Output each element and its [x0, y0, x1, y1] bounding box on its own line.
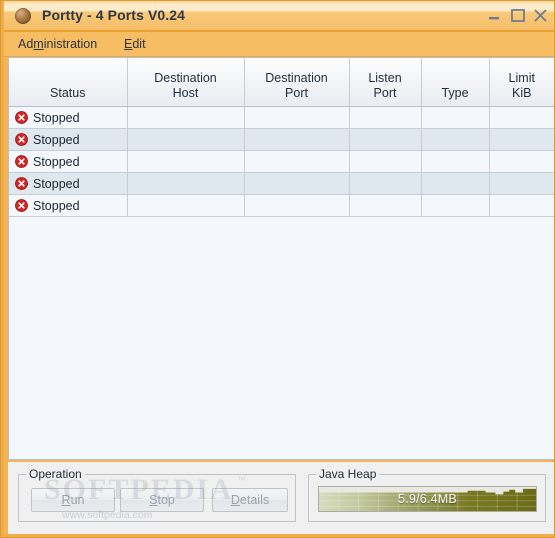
table-row[interactable]: Stopped: [9, 128, 554, 151]
status-label: Stopped: [33, 198, 80, 213]
cell-destination-host[interactable]: [127, 106, 245, 129]
java-heap-group: Java Heap 5.9/6.4MB: [308, 467, 546, 522]
cell-status[interactable]: Stopped: [9, 194, 128, 217]
column-header-limit-kib-line1: Limit: [508, 71, 535, 85]
cell-type[interactable]: [421, 128, 490, 151]
error-circle-icon: [15, 177, 28, 190]
window-title: Portty - 4 Ports V0.24: [42, 7, 186, 23]
status-label: Stopped: [33, 132, 80, 147]
cell-destination-port[interactable]: [244, 150, 350, 173]
cell-limit-kib[interactable]: [489, 150, 554, 173]
cell-status[interactable]: Stopped: [9, 106, 128, 129]
column-header-type-line2: Type: [441, 86, 469, 100]
status-label: Stopped: [33, 176, 80, 191]
operation-group: Operation Run Stop Details: [18, 467, 296, 522]
column-header-type[interactable]: Type: [421, 58, 490, 107]
table-row[interactable]: Stopped: [9, 172, 554, 195]
cell-status[interactable]: Stopped: [9, 172, 128, 195]
cell-destination-port[interactable]: [244, 172, 350, 195]
column-header-destination-host[interactable]: Destination Host: [127, 58, 245, 107]
stop-button-label: Stop: [149, 493, 175, 507]
close-icon[interactable]: [532, 8, 549, 23]
cell-listen-port[interactable]: [349, 150, 422, 173]
cell-destination-port[interactable]: [244, 194, 350, 217]
table-row[interactable]: Stopped: [9, 150, 554, 173]
cell-status[interactable]: Stopped: [9, 128, 128, 151]
cell-type[interactable]: [421, 172, 490, 195]
run-button[interactable]: Run: [31, 488, 115, 512]
cell-limit-kib[interactable]: [489, 106, 554, 129]
cell-destination-port[interactable]: [244, 106, 350, 129]
table-row[interactable]: Stopped: [9, 194, 554, 217]
menu-item-administration[interactable]: Administration: [14, 36, 101, 52]
column-header-destination-port[interactable]: Destination Port: [244, 58, 350, 107]
column-header-destination-port-line1: Destination: [265, 71, 328, 85]
column-header-listen-port[interactable]: Listen Port: [349, 58, 422, 107]
cell-destination-host[interactable]: [127, 150, 245, 173]
cell-type[interactable]: [421, 194, 490, 217]
column-header-destination-host-line2: Host: [172, 86, 199, 100]
status-label: Stopped: [33, 110, 80, 125]
run-button-label: Run: [61, 493, 85, 507]
column-header-status[interactable]: Status: [9, 58, 128, 107]
menu-bar: Administration Edit: [4, 32, 555, 57]
maximize-icon[interactable]: [509, 8, 526, 23]
error-circle-icon: [15, 199, 28, 212]
cell-limit-kib[interactable]: [489, 194, 554, 217]
column-header-listen-port-line2: Port: [373, 86, 397, 100]
details-button[interactable]: Details: [212, 488, 288, 512]
cell-type[interactable]: [421, 106, 490, 129]
cell-destination-port[interactable]: [244, 128, 350, 151]
cell-limit-kib[interactable]: [489, 128, 554, 151]
cell-listen-port[interactable]: [349, 172, 422, 195]
ports-table: Status Destination Host Destination Port…: [9, 58, 554, 217]
error-circle-icon: [15, 155, 28, 168]
cell-listen-port[interactable]: [349, 194, 422, 217]
cell-status[interactable]: Stopped: [9, 150, 128, 173]
java-heap-bar[interactable]: 5.9/6.4MB: [318, 486, 537, 512]
cell-listen-port[interactable]: [349, 128, 422, 151]
cell-destination-host[interactable]: [127, 172, 245, 195]
table-body: Stopped Stopped Stopped Stopped Stopped: [9, 106, 554, 217]
minimize-icon[interactable]: [486, 8, 503, 23]
java-heap-group-title: Java Heap: [316, 467, 380, 481]
column-header-limit-kib-line2: KiB: [512, 86, 532, 100]
table-row[interactable]: Stopped: [9, 106, 554, 129]
bottom-panel: Operation Run Stop Details Java Heap 5.9…: [8, 462, 555, 534]
column-header-destination-port-line2: Port: [285, 86, 308, 100]
column-header-listen-port-line1: Listen: [368, 71, 402, 85]
table-header-row: Status Destination Host Destination Port…: [9, 58, 554, 107]
cell-destination-host[interactable]: [127, 194, 245, 217]
app-sphere-icon: [15, 8, 31, 24]
cell-type[interactable]: [421, 150, 490, 173]
ports-table-panel: Status Destination Host Destination Port…: [8, 57, 555, 460]
cell-listen-port[interactable]: [349, 106, 422, 129]
application-window: Portty - 4 Ports V0.24 Administration Ed…: [0, 0, 555, 538]
status-label: Stopped: [33, 154, 80, 169]
stop-button[interactable]: Stop: [120, 488, 204, 512]
error-circle-icon: [15, 133, 28, 146]
cell-destination-host[interactable]: [127, 128, 245, 151]
column-header-destination-host-line1: Destination: [154, 71, 217, 85]
column-header-status-line2: Status: [50, 86, 86, 100]
cell-limit-kib[interactable]: [489, 172, 554, 195]
title-bar[interactable]: Portty - 4 Ports V0.24: [4, 0, 555, 32]
error-circle-icon: [15, 111, 28, 124]
details-button-label: Details: [230, 493, 270, 507]
operation-group-title: Operation: [26, 467, 85, 481]
menu-item-edit[interactable]: Edit: [120, 36, 150, 52]
column-header-limit-kib[interactable]: Limit KiB: [489, 58, 554, 107]
java-heap-value: 5.9/6.4MB: [398, 492, 457, 506]
